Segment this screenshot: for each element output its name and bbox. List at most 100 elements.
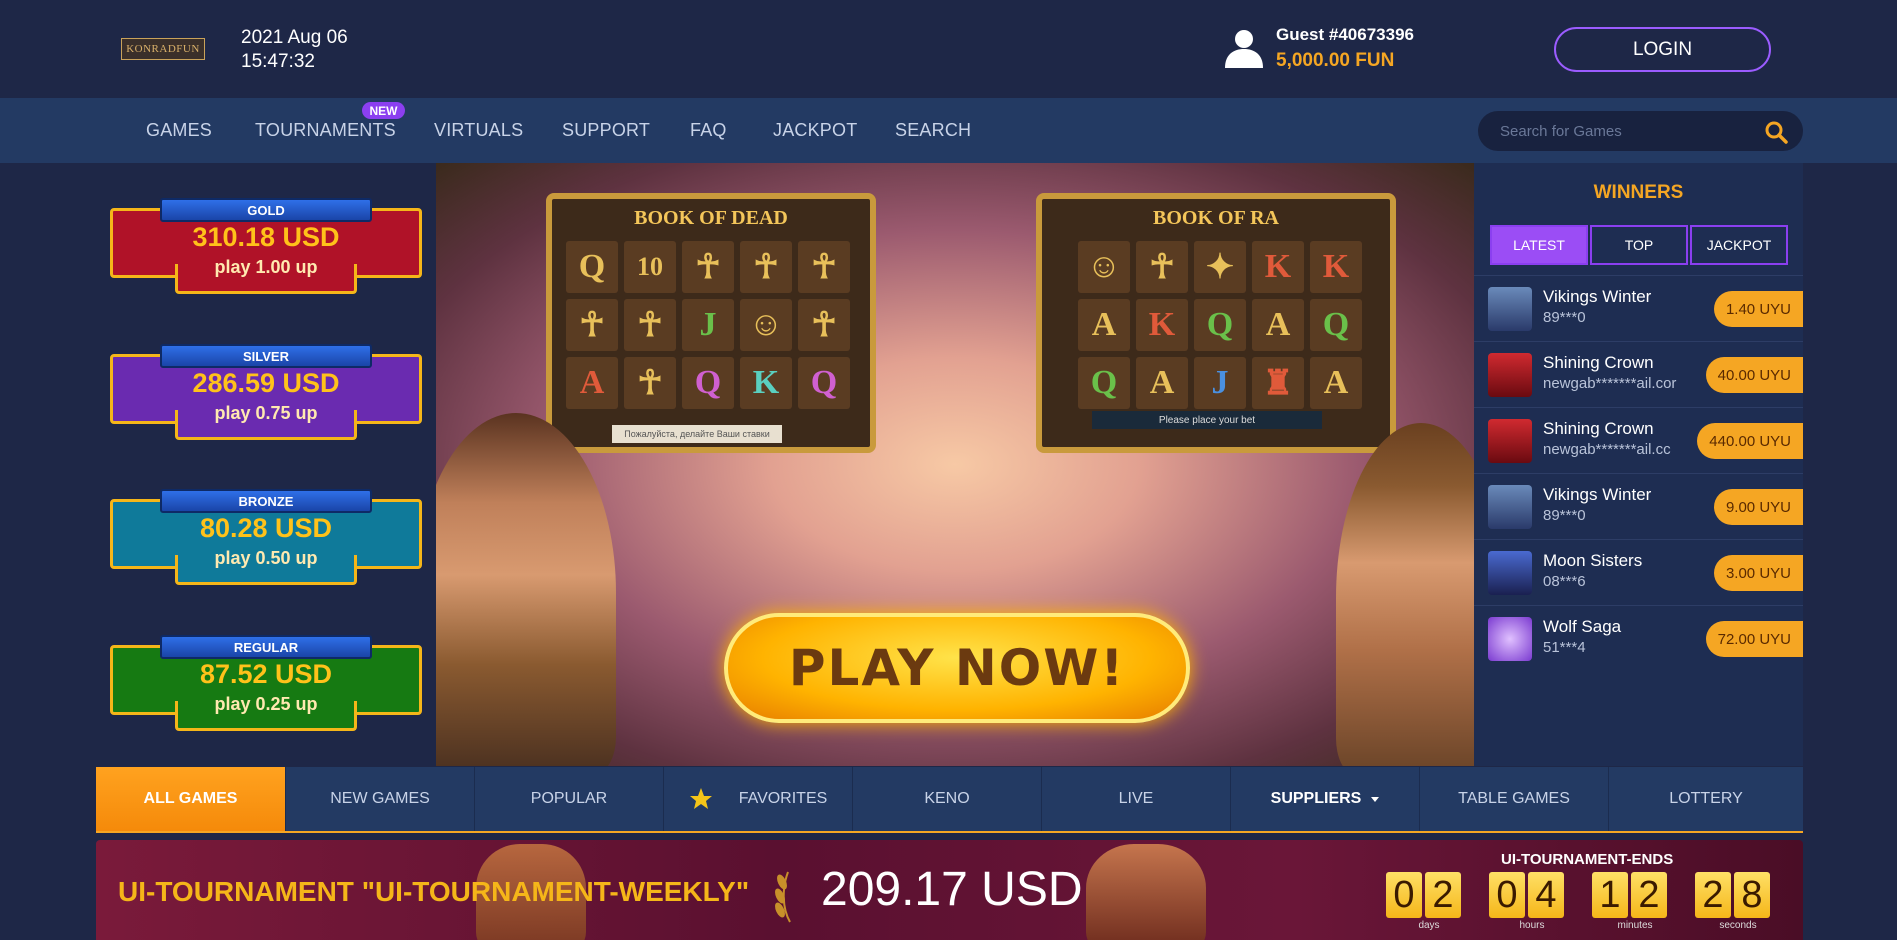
countdown-unit-days: days [1418,920,1440,931]
countdown-digit: 4 [1528,872,1564,918]
countdown-digit: 0 [1489,872,1525,918]
winner-game: Shining Crown [1543,419,1654,438]
countdown-unit-seconds: seconds [1719,920,1757,931]
tournament-prize: 209.17 USD [821,863,1083,916]
promo-banner[interactable]: BOOK OF DEAD Q 10 ☥ ☥ ☥ ☥ ☥ J ☺ ☥ A ☥ Q K Q Пожалуйс… [436,163,1474,766]
current-time: 15:47:32 [241,51,315,72]
winner-row[interactable]: Shining Crown newgab*******ail.cor 40.00… [1474,341,1803,407]
caret-down-icon [1371,796,1380,802]
jackpot-play: play 0.50 up [214,548,318,568]
nav-virtuals[interactable]: VIRTUALS [434,120,523,141]
game-category-bar: ALL GAMES NEW GAMES POPULAR FAVORITES KE… [96,767,1803,833]
tab-new-games[interactable]: NEW GAMES [286,767,475,831]
winner-row[interactable]: Vikings Winter 89***0 1.40 UYU [1474,275,1803,341]
jackpot-bronze[interactable]: BRONZE 80.28 USD play 0.50 up [110,489,422,587]
winner-row[interactable]: Moon Sisters 08***6 3.00 UYU [1474,539,1803,605]
tab-all-games[interactable]: ALL GAMES [96,767,286,831]
tab-live[interactable]: LIVE [1042,767,1231,831]
header: KONRADFUN 2021 Aug 06 15:47:32 Guest #40… [0,0,1897,98]
winner-game: Shining Crown [1543,353,1654,372]
game-thumbnail [1488,485,1532,529]
winner-user: 89***0 [1543,507,1586,524]
favorites-label: FAVORITES [738,790,828,807]
winner-amount: 72.00 UYU [1705,621,1803,657]
tab-table-games[interactable]: TABLE GAMES [1420,767,1609,831]
tab-latest[interactable]: LATEST [1490,225,1588,265]
winner-amount: 440.00 UYU [1697,423,1803,459]
current-date: 2021 Aug 06 [241,27,348,48]
tab-favorites[interactable]: FAVORITES [664,767,853,831]
play-now-button[interactable]: PLAY NOW! [724,613,1190,723]
nav-games[interactable]: GAMES [146,120,212,141]
jackpot-amount: 87.52 USD [199,659,333,689]
new-badge: NEW [362,102,405,119]
user-icon [1225,30,1263,68]
suppliers-label: SUPPLIERS [1270,790,1362,807]
winner-amount: 3.00 UYU [1713,555,1803,591]
winner-user: 89***0 [1543,309,1586,326]
winner-user: newgab*******ail.cc [1543,441,1671,458]
jackpot-play: play 0.75 up [214,403,318,423]
winners-title: WINNERS [1593,182,1684,203]
winner-row[interactable]: Shining Crown newgab*******ail.cc 440.00… [1474,407,1803,473]
countdown-digit: 2 [1631,872,1667,918]
jackpot-regular[interactable]: REGULAR 87.52 USD play 0.25 up [110,635,422,733]
tab-top[interactable]: TOP [1590,225,1688,265]
book-of-dead-panel: BOOK OF DEAD Q 10 ☥ ☥ ☥ ☥ ☥ J ☺ ☥ A ☥ Q K Q Пожалуйс… [546,193,876,453]
explorer-right-figure [1336,423,1474,766]
game-thumbnail [1488,287,1532,331]
tournament-title: UI-TOURNAMENT "UI-TOURNAMENT-WEEKLY" [118,876,750,907]
game-thumbnail [1488,617,1532,661]
datetime: 2021 Aug 06 15:47:32 [241,26,348,74]
tab-keno[interactable]: KENO [853,767,1042,831]
book-of-dead-title: BOOK OF DEAD [634,207,788,229]
tournament-figure-right [1086,844,1206,940]
nav-support[interactable]: SUPPORT [562,120,650,141]
jackpot-silver[interactable]: SILVER 286.59 USD play 0.75 up [110,344,422,442]
nav-faq[interactable]: FAQ [690,120,727,141]
countdown-digit: 8 [1734,872,1770,918]
tab-lottery[interactable]: LOTTERY [1609,767,1803,831]
jackpot-gold[interactable]: GOLD 310.18 USD play 1.00 up [110,198,422,296]
site-logo[interactable]: KONRADFUN [121,38,205,60]
winner-user: 08***6 [1543,573,1586,590]
nav-tournaments[interactable]: TOURNAMENTS [255,120,396,141]
tab-suppliers[interactable]: SUPPLIERS [1231,767,1420,831]
jackpot-play: play 0.25 up [214,694,318,714]
winner-amount: 40.00 UYU [1705,357,1803,393]
game-thumbnail [1488,353,1532,397]
search-box [1478,111,1803,151]
countdown-digit: 1 [1592,872,1628,918]
nav-jackpot[interactable]: JACKPOT [773,120,857,141]
tournament-ends-label: UI-TOURNAMENT-ENDS [1501,851,1674,868]
search-icon[interactable] [1764,120,1788,144]
winner-row[interactable]: Wolf Saga 51***4 72.00 UYU [1474,605,1803,671]
jackpot-amount: 286.59 USD [192,368,340,398]
reel-grid-left: Q 10 ☥ ☥ ☥ ☥ ☥ J ☺ ☥ A ☥ Q K Q [566,241,850,409]
tab-popular[interactable]: POPULAR [475,767,664,831]
laurel-icon [775,871,791,923]
jackpot-amount: 80.28 USD [199,513,333,543]
game-thumbnail [1488,419,1532,463]
explorer-left-figure [436,413,616,766]
winners-panel: WINNERS LATEST TOP JACKPOT Vikings Winte… [1474,163,1803,766]
winner-row[interactable]: Vikings Winter 89***0 9.00 UYU [1474,473,1803,539]
game-thumbnail [1488,551,1532,595]
tab-jackpot[interactable]: JACKPOT [1690,225,1788,265]
search-input[interactable] [1500,111,1760,151]
countdown-unit-hours: hours [1519,920,1545,931]
winner-user: 51***4 [1543,639,1586,656]
guest-name: Guest #40673396 [1276,25,1414,44]
tournament-bar[interactable]: UI-TOURNAMENT "UI-TOURNAMENT-WEEKLY" 209… [96,840,1803,940]
star-icon [689,788,712,809]
book-of-ra-panel: BOOK OF RA ☺ ☥ ✦ K K AKQAQ Q A J ♜ A Please plac… [1036,193,1396,453]
nav-search[interactable]: SEARCH [895,120,971,141]
winner-amount: 9.00 UYU [1713,489,1803,525]
jackpot-tier: BRONZE [160,489,372,513]
countdown-digit: 0 [1386,872,1422,918]
jackpot-play: play 1.00 up [214,257,318,277]
winner-game: Vikings Winter [1543,287,1652,306]
login-button[interactable]: LOGIN [1554,27,1771,72]
jackpot-amount: 310.18 USD [192,222,340,252]
countdown-digit: 2 [1425,872,1461,918]
